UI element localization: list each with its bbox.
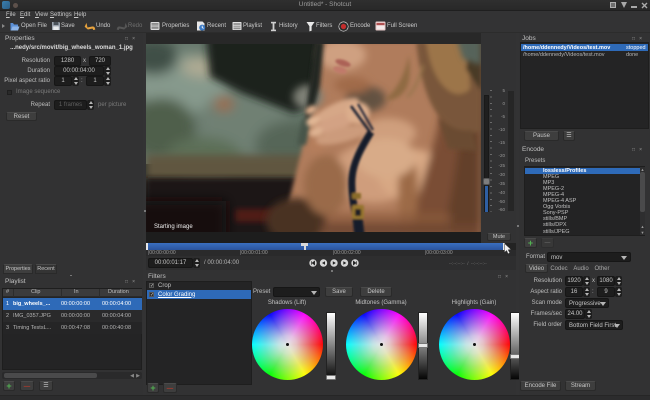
- svg-text:Starting image: Starting image: [154, 224, 193, 230]
